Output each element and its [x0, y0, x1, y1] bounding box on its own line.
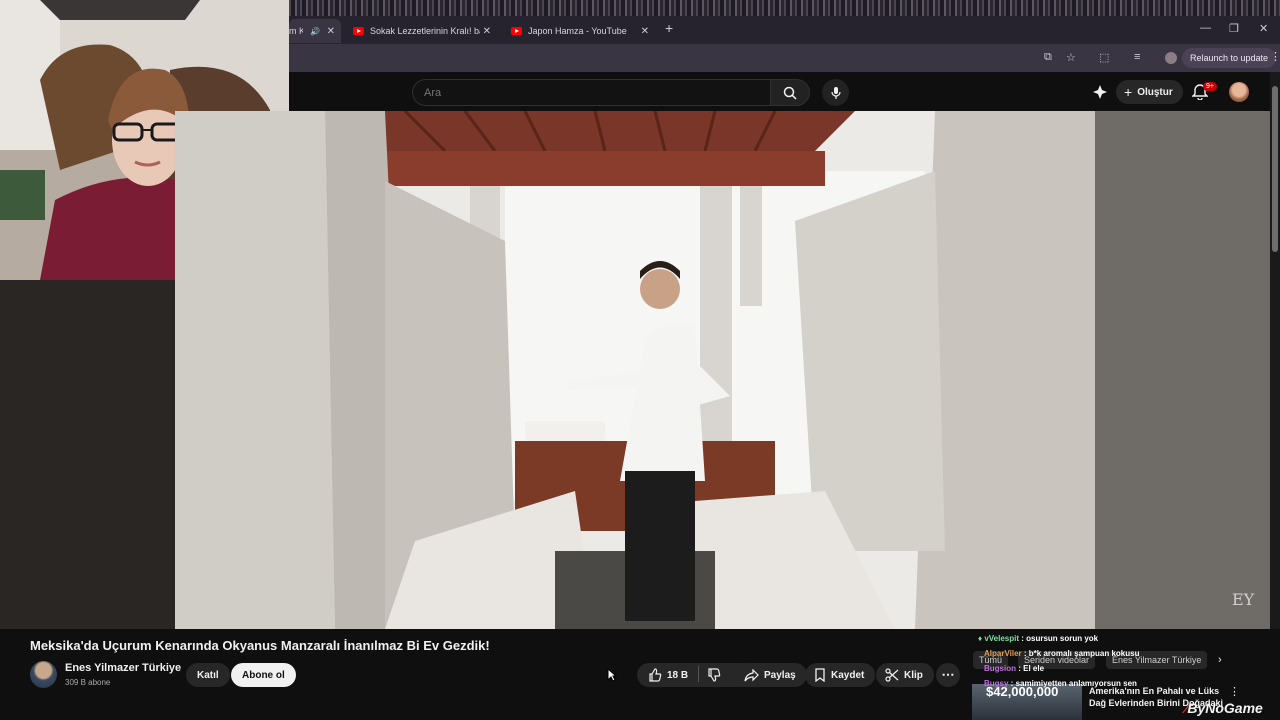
media-control-icon[interactable]: ≡	[1134, 51, 1140, 63]
browser-tab[interactable]: Japon Hamza - YouTube ✕	[503, 19, 655, 43]
subscribe-button[interactable]: Abone ol	[231, 663, 296, 687]
close-window-icon[interactable]: ✕	[1259, 22, 1268, 35]
search-icon	[783, 86, 797, 100]
notification-badge: 9+	[1203, 82, 1217, 91]
chat-user: Bugsy	[984, 679, 1009, 688]
browser-menu-icon[interactable]: ⋮	[1270, 50, 1280, 63]
more-vertical-icon[interactable]: ⋮	[1229, 685, 1240, 698]
chat-user: ♦ vVelespit	[978, 634, 1019, 643]
browser-toolbar: ⧉ ☆ ⬚ ≡ Relaunch to update ⋮	[289, 44, 1280, 72]
close-tab-icon[interactable]: ✕	[483, 26, 491, 37]
create-label: Oluştur	[1137, 86, 1173, 98]
relaunch-button[interactable]: Relaunch to update	[1182, 48, 1277, 68]
microphone-icon	[830, 86, 841, 99]
close-tab-icon[interactable]: ✕	[327, 26, 335, 37]
user-avatar[interactable]	[1229, 82, 1249, 102]
dislike-button[interactable]	[704, 663, 724, 687]
chat-message: AlparViler : b*k aromalı şampuan kokusu	[984, 649, 1140, 658]
tab-title: Sokak Lezzetlerinin Kralı! bahar	[370, 26, 480, 36]
browser-profile-avatar[interactable]	[1165, 52, 1177, 64]
minimize-icon[interactable]: —	[1200, 22, 1211, 34]
save-label: Kaydet	[831, 669, 865, 681]
subscribe-label: Abone ol	[242, 669, 285, 681]
join-label: Katıl	[197, 669, 219, 681]
share-button[interactable]: Paylaş	[735, 663, 807, 687]
video-letterbox	[0, 280, 175, 629]
overlay-watermark-logo: ⁄ByNoGame	[1185, 700, 1263, 716]
chevron-right-icon[interactable]: ›	[1218, 654, 1222, 666]
voice-search-button[interactable]	[822, 79, 849, 106]
youtube-favicon-icon	[353, 27, 364, 35]
like-dislike-divider	[698, 666, 699, 682]
more-actions-button[interactable]: ⋯	[936, 663, 960, 687]
video-frame	[175, 111, 1270, 629]
plus-icon: +	[1124, 84, 1133, 100]
like-count: 18 B	[667, 669, 689, 681]
ai-sparkle-icon[interactable]	[1092, 84, 1108, 100]
bookmark-star-icon[interactable]: ☆	[1066, 51, 1076, 64]
tab-title: m K	[289, 26, 303, 36]
close-tab-icon[interactable]: ✕	[641, 26, 649, 37]
mouse-cursor-icon	[607, 668, 617, 682]
more-horizontal-icon: ⋯	[941, 667, 955, 682]
chat-text: El ele	[1023, 664, 1045, 673]
chat-message: Bugsion : El ele	[984, 664, 1045, 673]
youtube-header: + Oluştur 9+	[289, 72, 1280, 112]
chat-user: Bugsion	[984, 664, 1016, 673]
save-button[interactable]: Kaydet	[805, 663, 876, 687]
video-title: Meksika'da Uçurum Kenarında Okyanus Manz…	[30, 638, 490, 653]
tab-title: Japon Hamza - YouTube	[528, 26, 627, 36]
share-icon	[744, 668, 759, 681]
scissors-icon	[885, 668, 899, 682]
clip-label: Klip	[904, 669, 923, 681]
video-player[interactable]	[175, 111, 1270, 629]
channel-watermark: EY	[1232, 590, 1255, 609]
search-input[interactable]	[413, 80, 770, 105]
chat-text: samimiyetten anlamıyorsun sen	[1015, 679, 1137, 688]
share-label: Paylaş	[764, 669, 796, 681]
chat-message: Bugsy : samimiyetten anlamıyorsun sen	[984, 679, 1137, 688]
channel-avatar[interactable]	[30, 661, 57, 688]
bookmark-icon	[815, 668, 825, 682]
speaker-icon[interactable]: 🔊	[310, 27, 320, 36]
browser-tab-bar: m K 🔊 ✕ Sokak Lezzetlerinin Kralı! bahar…	[289, 16, 1280, 44]
browser-tab-active[interactable]: m K 🔊 ✕	[289, 19, 341, 43]
thumbs-up-icon	[649, 668, 662, 682]
create-button[interactable]: + Oluştur	[1116, 80, 1183, 104]
chat-message: ♦ vVelespit : osursun sorun yok	[978, 634, 1099, 643]
search-box	[412, 79, 770, 106]
new-tab-icon[interactable]: +	[665, 20, 673, 36]
join-button[interactable]: Katıl	[186, 663, 230, 687]
channel-name[interactable]: Enes Yilmazer Türkiye	[65, 662, 181, 674]
youtube-favicon-icon	[511, 27, 522, 35]
install-app-icon[interactable]: ⧉	[1044, 51, 1052, 64]
browser-tab[interactable]: Sokak Lezzetlerinin Kralı! bahar ✕	[345, 19, 497, 43]
restore-icon[interactable]: ❐	[1229, 22, 1239, 35]
subscriber-count: 309 B abone	[65, 678, 111, 687]
search-button[interactable]	[770, 79, 810, 106]
chat-text: b*k aromalı şampuan kokusu	[1028, 649, 1140, 658]
scrollbar-thumb[interactable]	[1272, 86, 1278, 252]
extensions-icon[interactable]: ⬚	[1099, 51, 1109, 64]
screen: m K 🔊 ✕ Sokak Lezzetlerinin Kralı! bahar…	[0, 0, 1280, 720]
chat-text: osursun sorun yok	[1026, 634, 1099, 643]
clip-button[interactable]: Klip	[876, 663, 934, 687]
chat-user: AlparViler	[984, 649, 1022, 658]
thumbs-down-icon	[708, 668, 721, 682]
